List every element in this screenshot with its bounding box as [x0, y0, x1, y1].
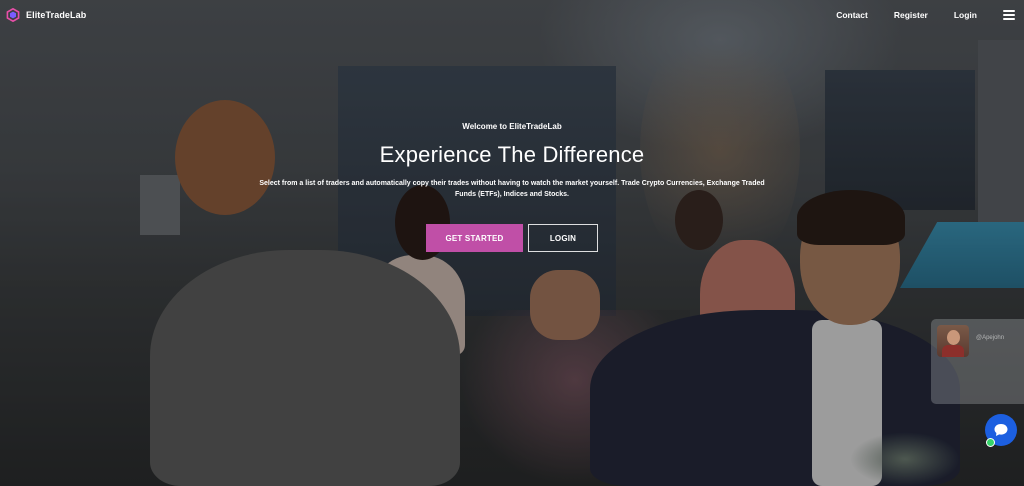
- top-navbar: EliteTradeLab Contact Register Login: [0, 0, 1024, 30]
- hero-eyebrow: Welcome to EliteTradeLab: [462, 122, 562, 131]
- agent-handle: @Apejohn: [976, 335, 1005, 341]
- login-button[interactable]: LOGIN: [528, 224, 598, 252]
- brand-name: EliteTradeLab: [26, 10, 87, 20]
- nav-link-register[interactable]: Register: [894, 10, 928, 20]
- hero-section: Welcome to EliteTradeLab Experience The …: [0, 122, 1024, 252]
- chat-bubble-icon: [994, 424, 1008, 436]
- nav-link-login[interactable]: Login: [954, 10, 977, 20]
- get-started-button[interactable]: GET STARTED: [426, 224, 523, 252]
- hero-title: Experience The Difference: [379, 142, 645, 167]
- hero-subtitle: Select from a list of traders and automa…: [259, 180, 765, 198]
- hexagon-logo-icon: [6, 7, 20, 23]
- nav-link-contact[interactable]: Contact: [836, 10, 868, 20]
- main-nav: Contact Register Login: [810, 10, 1018, 20]
- agent-avatar: [937, 325, 969, 357]
- landing-page: EliteTradeLab Contact Register Login Wel…: [0, 0, 1024, 486]
- video-chat-widget[interactable]: @Apejohn: [931, 319, 1024, 404]
- online-status-dot: [986, 438, 995, 447]
- hamburger-menu-icon[interactable]: [1003, 10, 1015, 20]
- brand[interactable]: EliteTradeLab: [6, 7, 87, 23]
- hero-cta-group: GET STARTED LOGIN: [0, 224, 1024, 252]
